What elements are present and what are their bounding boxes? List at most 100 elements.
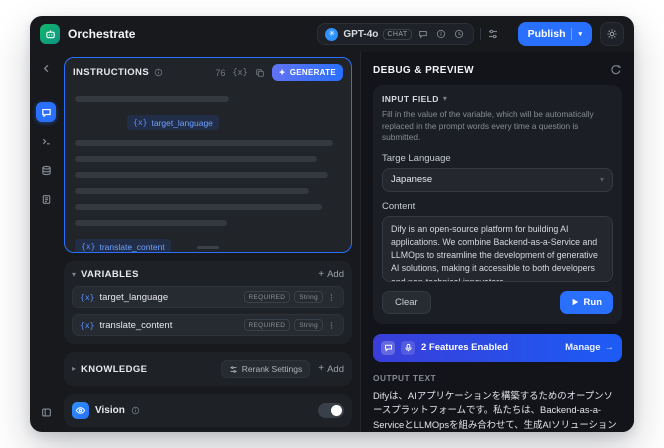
back-icon[interactable] (36, 58, 56, 78)
publish-button[interactable]: Publish ▾ (517, 22, 592, 46)
manage-label: Manage (565, 342, 601, 354)
add-variable-button[interactable]: + Add (318, 269, 344, 280)
output-section: OUTPUT TEXT Difyは、AIアプリケーションを構築するためのオープン… (373, 372, 622, 430)
type-badge: String (294, 291, 323, 303)
knowledge-title: KNOWLEDGE (81, 363, 148, 375)
skeleton-line (75, 188, 310, 194)
info-icon[interactable] (154, 68, 163, 77)
instructions-title: INSTRUCTIONS (73, 67, 150, 78)
collapse-panel-icon[interactable] (36, 402, 56, 422)
info-icon[interactable] (435, 28, 448, 41)
input-field-header[interactable]: INPUT FIELD ▾ (382, 94, 613, 104)
resize-handle[interactable] (197, 246, 219, 249)
knowledge-header[interactable]: ▸ KNOWLEDGE Rerank Settings + Add (72, 360, 344, 378)
required-badge: REQUIRED (243, 319, 291, 331)
model-toolbar: ✳ GPT-4o CHAT (317, 23, 499, 45)
debug-header: DEBUG & PREVIEW (373, 59, 622, 81)
content-input[interactable]: Dify is an open-source platform for buil… (382, 215, 613, 282)
chevron-down-icon: ▾ (578, 31, 582, 38)
more-menu-icon[interactable] (327, 293, 336, 302)
arrow-right-icon: → (604, 342, 615, 354)
app-settings-button[interactable] (600, 22, 624, 46)
add-knowledge-button[interactable]: + Add (318, 364, 344, 375)
more-menu-icon[interactable] (327, 321, 336, 330)
features-enabled-label: 2 Features Enabled (421, 342, 509, 354)
manage-features-button[interactable]: Manage → (565, 342, 614, 353)
window-body: INSTRUCTIONS 76 {x} ✦ GENERATE {x} targe… (30, 52, 634, 432)
variable-name: target_language (99, 291, 169, 303)
rerank-settings-button[interactable]: Rerank Settings (220, 360, 311, 378)
braces-icon: {x} (80, 320, 95, 330)
orchestrate-column: INSTRUCTIONS 76 {x} ✦ GENERATE {x} targe… (62, 52, 360, 432)
left-icon-rail (30, 52, 62, 432)
annotations-nav-icon[interactable] (36, 189, 56, 209)
api-access-icon[interactable] (36, 131, 56, 151)
generate-label: GENERATE (289, 68, 336, 77)
braces-icon: {x} (80, 292, 95, 302)
feature-speech-icon (401, 340, 415, 355)
toolbar-divider (479, 28, 481, 40)
content-label: Content (382, 200, 416, 212)
variable-chip-target-language[interactable]: {x} target_language (127, 115, 219, 130)
features-banner[interactable]: 2 Features Enabled Manage → (373, 333, 622, 362)
output-title: OUTPUT TEXT (373, 372, 437, 383)
message-icon[interactable] (417, 28, 430, 41)
model-name: GPT-4o (343, 28, 379, 40)
plus-icon: + (318, 268, 325, 280)
logs-nav-icon[interactable] (36, 160, 56, 180)
prompt-editor[interactable]: {x} target_language {x} translate_conten… (65, 83, 351, 252)
skeleton-line (75, 204, 323, 210)
knowledge-actions: Rerank Settings + Add (220, 360, 344, 378)
run-label: Run (583, 296, 602, 308)
target-language-select[interactable]: Japanese ▾ (382, 167, 613, 192)
model-selector[interactable]: ✳ GPT-4o CHAT (317, 23, 474, 45)
required-badge: REQUIRED (243, 291, 291, 303)
input-field-title: INPUT FIELD (382, 94, 439, 104)
model-settings-sliders-icon[interactable] (487, 28, 500, 41)
history-icon[interactable] (453, 28, 466, 41)
publish-button-divider (571, 28, 573, 40)
model-provider-icon: ✳ (325, 27, 339, 41)
variables-header[interactable]: ▾ VARIABLES + Add (72, 269, 344, 280)
variable-chip-translate-content[interactable]: {x} translate_content (75, 239, 171, 252)
output-text: Difyは、AIアプリケーションを構築するためのオープンソースプラットフォームで… (373, 389, 617, 430)
target-language-label: Targe Language (382, 152, 451, 164)
table-row[interactable]: {x} translate_content REQUIRED String (72, 314, 344, 336)
page-title: Orchestrate (68, 27, 136, 41)
chevron-down-icon: ▾ (599, 174, 604, 184)
variable-badges: REQUIRED String (243, 291, 337, 303)
plus-icon: + (318, 363, 325, 374)
table-row[interactable]: {x} target_language REQUIRED String (72, 286, 344, 308)
copy-icon[interactable] (255, 68, 265, 78)
top-bar: Orchestrate ✳ GPT-4o CHAT Publish ▾ (30, 16, 634, 52)
input-field-card: INPUT FIELD ▾ Fill in the value of the v… (373, 85, 622, 324)
skeleton-line (75, 156, 318, 162)
debug-preview-panel: DEBUG & PREVIEW INPUT FIELD ▾ Fill in th… (360, 52, 634, 432)
variables-section: ▾ VARIABLES + Add {x} target_language RE… (64, 261, 352, 344)
variable-name: translate_content (99, 319, 173, 331)
char-count: 76 (215, 67, 226, 78)
restart-icon[interactable] (610, 64, 622, 76)
skeleton-line (75, 172, 328, 178)
orchestrate-nav-icon[interactable] (36, 102, 56, 122)
instructions-toolbar: 76 {x} ✦ GENERATE (215, 64, 343, 81)
chevron-down-icon: ▾ (442, 94, 447, 103)
vision-toggle[interactable] (318, 403, 344, 418)
variable-chip-label: translate_content (99, 241, 165, 252)
instructions-panel[interactable]: INSTRUCTIONS 76 {x} ✦ GENERATE {x} targe… (64, 57, 352, 253)
prompt-line: {x} target_language (75, 112, 341, 130)
skeleton-line (75, 140, 334, 146)
run-button[interactable]: Run (559, 290, 613, 314)
clear-label: Clear (395, 296, 418, 308)
clear-button[interactable]: Clear (382, 290, 431, 314)
vision-label: Vision (95, 405, 125, 416)
publish-label: Publish (527, 28, 566, 40)
variable-chip-label: target_language (151, 117, 213, 128)
info-icon[interactable] (131, 406, 140, 415)
app-logo-icon[interactable] (40, 24, 60, 44)
generate-button[interactable]: ✦ GENERATE (271, 64, 343, 81)
instructions-header: INSTRUCTIONS 76 {x} ✦ GENERATE (65, 58, 351, 83)
skeleton-line (75, 220, 227, 226)
variables-title: VARIABLES (81, 269, 139, 280)
insert-variable-icon[interactable]: {x} (232, 68, 247, 78)
